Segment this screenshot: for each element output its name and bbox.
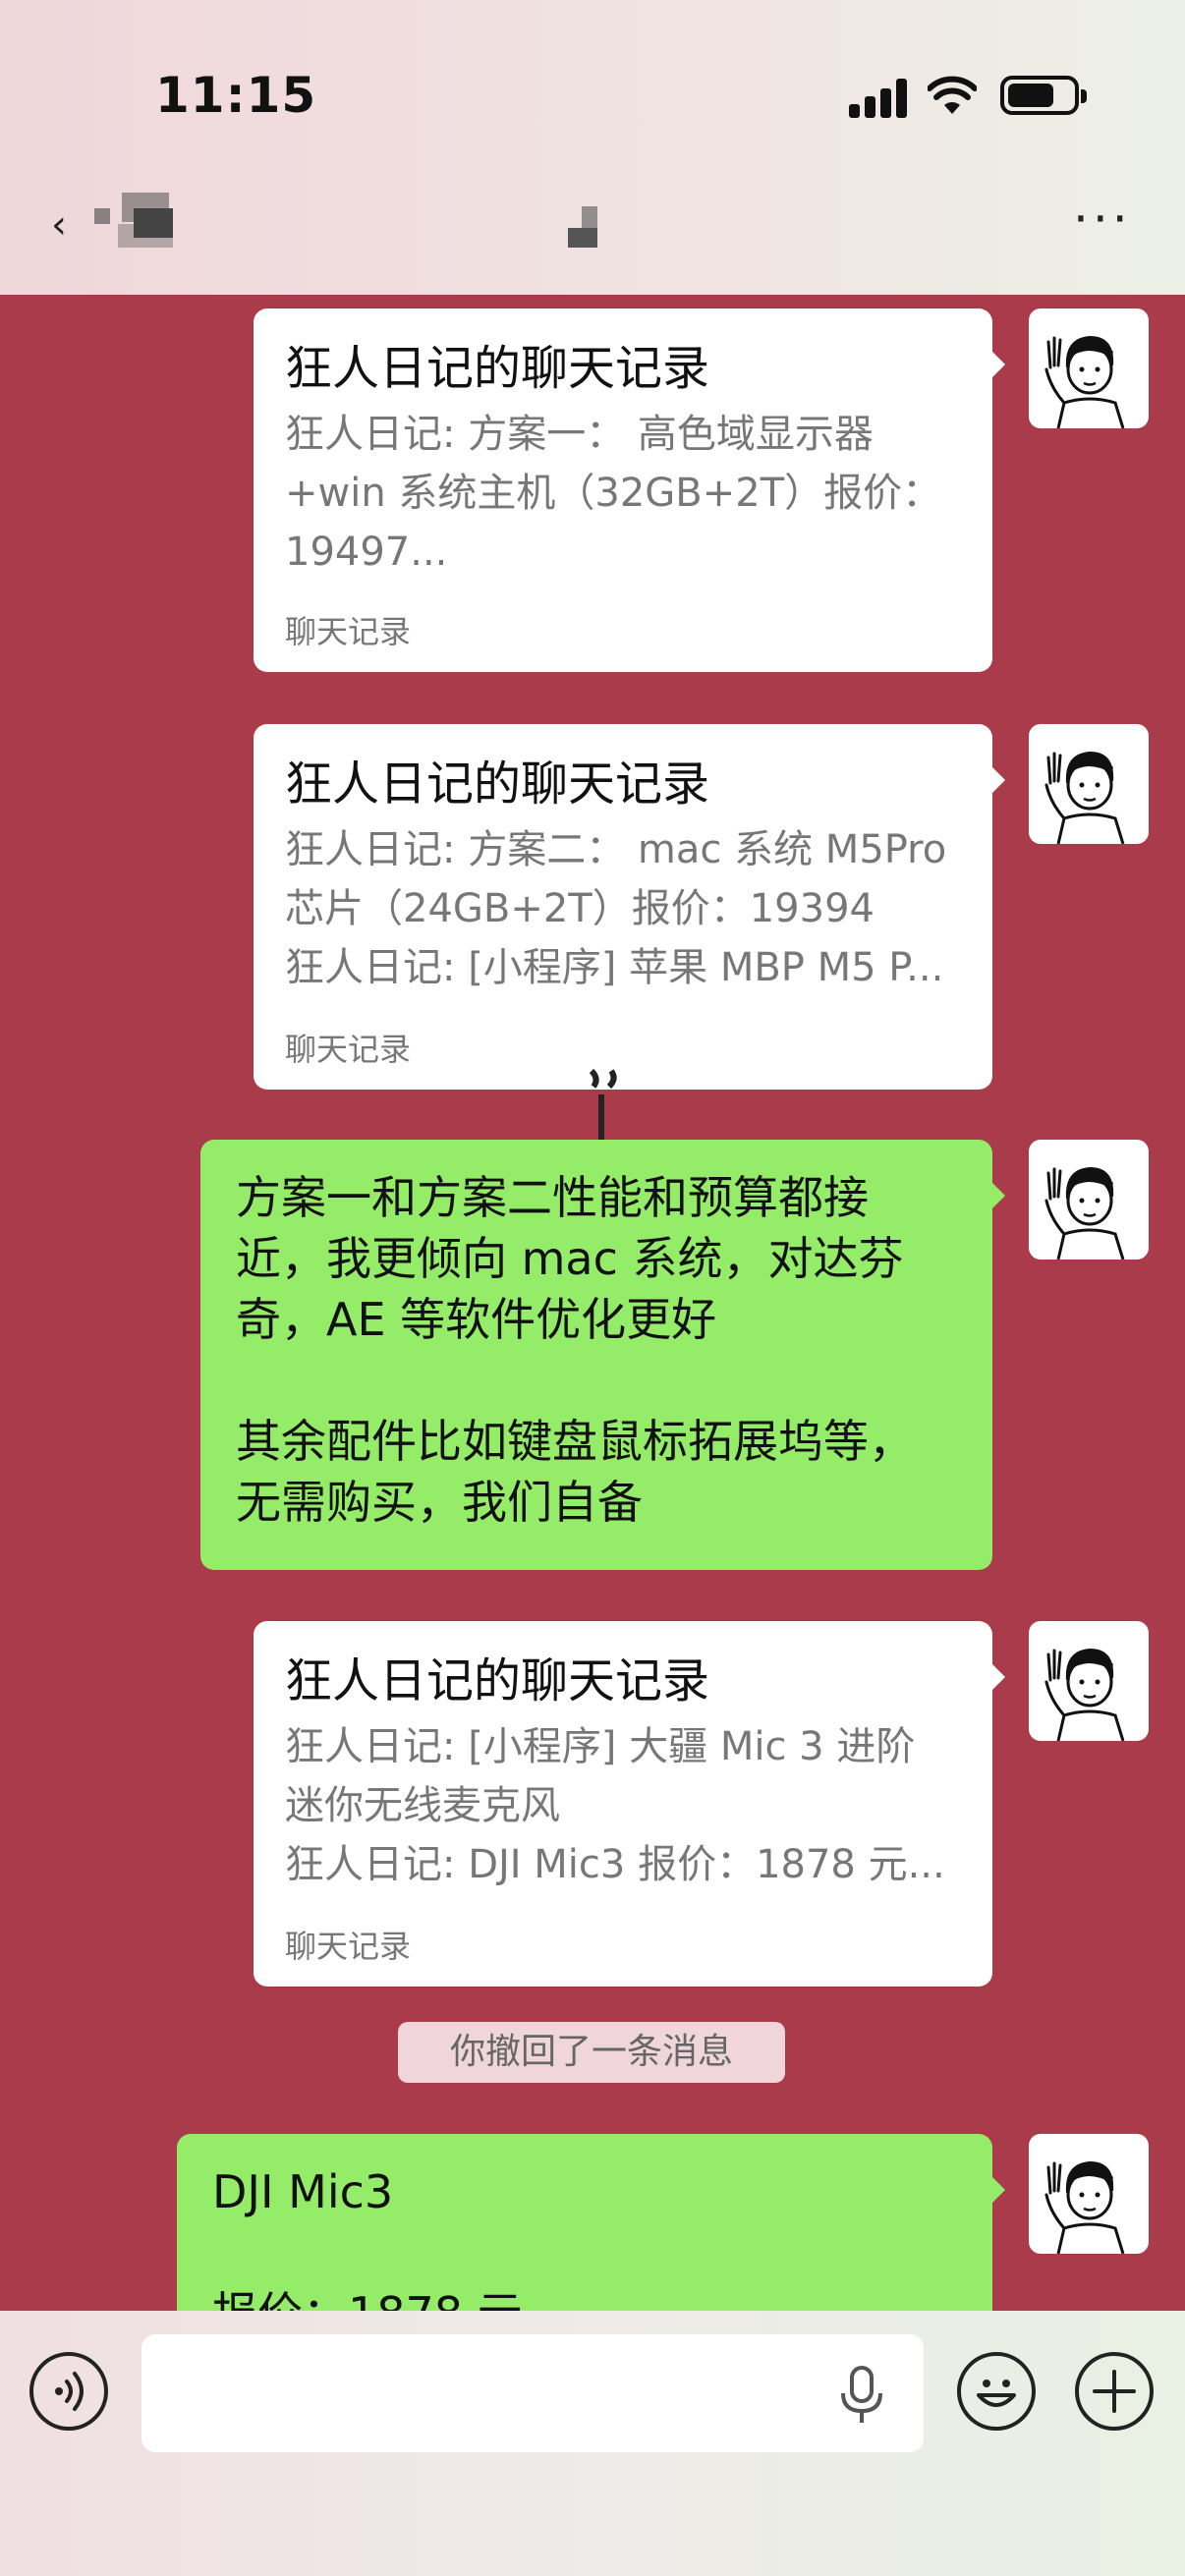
emoji-icon xyxy=(977,2380,1016,2407)
more-options-button[interactable]: ··· xyxy=(1073,195,1132,244)
battery-icon xyxy=(1000,76,1087,115)
card-line: 芯片（24GB+2T）报价：19394 xyxy=(285,886,875,931)
cellular-signal-icon xyxy=(849,79,910,118)
plus-icon xyxy=(1093,2370,1136,2413)
avatar-boy-icon xyxy=(1044,1167,1125,1260)
background-scribble xyxy=(590,1069,617,1146)
message-line xyxy=(212,2222,957,2283)
card-title: 狂人日记的聊天记录 xyxy=(285,1653,710,1708)
message-line: 近，我更倾向 mac 系统，对达芬 xyxy=(236,1232,904,1285)
user-avatar[interactable] xyxy=(1029,1621,1149,1741)
chat-record-card[interactable]: 狂人日记的聊天记录 狂人日记: 方案二： mac 系统 M5Pro 芯片（24G… xyxy=(254,724,1005,1090)
user-avatar[interactable] xyxy=(1029,724,1149,844)
card-line: 狂人日记: [小程序] 苹果 MBP M5 P... xyxy=(285,945,944,990)
message-line: 无需购买，我们自备 xyxy=(236,1476,643,1529)
voice-input-button[interactable] xyxy=(29,2352,108,2431)
text-message-bubble[interactable]: 方案一和方案二性能和预算都接 近，我更倾向 mac 系统，对达芬 奇，AE 等软… xyxy=(200,1140,1005,1570)
card-line: 狂人日记: DJI Mic3 报价：1878 元... xyxy=(285,1842,945,1887)
card-line: +win 系统主机（32GB+2T）报价： xyxy=(285,471,942,516)
back-button[interactable]: ‹ xyxy=(51,202,67,248)
message-line: 其余配件比如键盘鼠标拓展坞等， xyxy=(236,1415,914,1468)
card-footer: 聊天记录 xyxy=(285,1928,412,1965)
wifi-icon xyxy=(928,76,977,114)
chat-record-card[interactable]: 狂人日记的聊天记录 狂人日记: 方案一： 高色域显示器 +win 系统主机（32… xyxy=(254,308,1005,672)
emoji-button[interactable] xyxy=(957,2352,1036,2431)
message-line xyxy=(236,1350,957,1411)
message-line: DJI Mic3 xyxy=(212,2165,394,2218)
pixelated-contact-avatar[interactable] xyxy=(94,193,189,253)
user-avatar[interactable] xyxy=(1029,308,1149,428)
message-input[interactable] xyxy=(141,2334,924,2452)
card-title: 狂人日记的聊天记录 xyxy=(285,756,710,812)
voice-icon xyxy=(55,2372,84,2411)
message-line: 奇，AE 等软件优化更好 xyxy=(236,1293,717,1346)
card-footer: 聊天记录 xyxy=(285,1031,412,1068)
card-line: 狂人日记: 方案二： mac 系统 M5Pro xyxy=(285,827,947,872)
card-line: 19497... xyxy=(285,530,448,575)
avatar-boy-icon xyxy=(1044,2161,1125,2254)
top-bar: 11:15 ‹ ··· xyxy=(0,0,1185,295)
card-footer: 聊天记录 xyxy=(285,613,412,650)
mic-icon[interactable] xyxy=(837,2366,886,2425)
message-line: 方案一和方案二性能和预算都接 xyxy=(236,1171,869,1224)
recall-notice[interactable]: 你撤回了一条消息 xyxy=(398,2022,785,2083)
avatar-boy-icon xyxy=(1044,752,1125,844)
plus-button[interactable] xyxy=(1075,2352,1154,2431)
user-avatar[interactable] xyxy=(1029,2134,1149,2254)
card-line: 狂人日记: 方案一： 高色域显示器 xyxy=(285,412,874,457)
pixelated-chat-title xyxy=(568,206,607,248)
status-time: 11:15 xyxy=(155,67,317,124)
card-line: 狂人日记: [小程序] 大疆 Mic 3 进阶 xyxy=(285,1724,916,1769)
avatar-boy-icon xyxy=(1044,1649,1125,1741)
card-line: 迷你无线麦克风 xyxy=(285,1783,560,1828)
user-avatar[interactable] xyxy=(1029,1140,1149,1260)
avatar-boy-icon xyxy=(1044,336,1125,428)
card-title: 狂人日记的聊天记录 xyxy=(285,341,710,396)
chat-record-card[interactable]: 狂人日记的聊天记录 狂人日记: [小程序] 大疆 Mic 3 进阶 迷你无线麦克… xyxy=(254,1621,1005,1987)
